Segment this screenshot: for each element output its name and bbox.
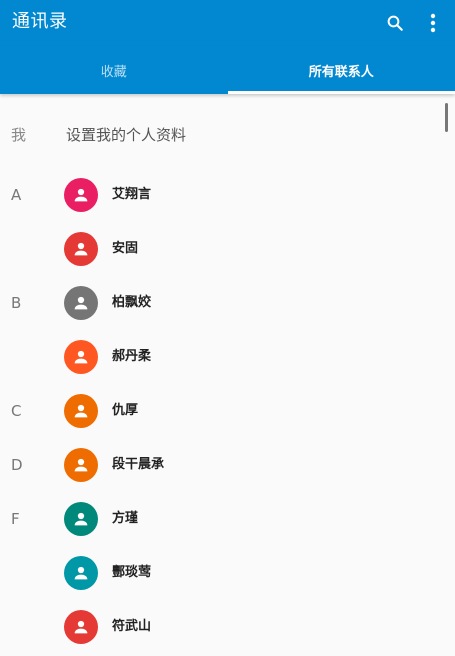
person-icon	[74, 566, 88, 580]
contact-name: 符武山	[112, 619, 152, 634]
person-icon	[74, 188, 88, 202]
contact-row[interactable]: B 柏飘姣	[0, 276, 455, 330]
profile-section-letter: 我	[11, 126, 27, 144]
contact-row[interactable]: 郝丹柔	[0, 330, 455, 384]
search-icon	[387, 15, 403, 31]
section-letter: F	[11, 510, 20, 528]
person-icon	[74, 242, 88, 256]
contact-row[interactable]: D 段干晨承	[0, 438, 455, 492]
contact-row[interactable]: A 艾翔言	[0, 168, 455, 222]
app-title: 通讯录	[12, 11, 68, 32]
more-vert-icon	[430, 13, 436, 33]
avatar	[64, 178, 98, 212]
contact-name: 段干晨承	[112, 457, 165, 472]
person-icon	[74, 458, 88, 472]
contact-row[interactable]: F 方瑾	[0, 492, 455, 546]
contact-row[interactable]: C 仇厚	[0, 384, 455, 438]
avatar	[64, 286, 98, 320]
avatar	[64, 340, 98, 374]
contact-name: 酆琰莺	[112, 565, 152, 580]
scrollbar[interactable]	[445, 103, 448, 132]
contact-name: 仇厚	[112, 403, 139, 418]
person-icon	[74, 512, 88, 526]
person-icon	[74, 296, 88, 310]
section-letter: B	[11, 294, 22, 312]
avatar	[64, 610, 98, 644]
tab-favorites-label: 收藏	[100, 64, 127, 80]
contact-name: 艾翔言	[112, 187, 152, 202]
section-letter: A	[11, 186, 22, 204]
setup-profile-text: 设置我的个人资料	[66, 126, 187, 144]
tab-all-contacts[interactable]: 所有联系人	[227, 46, 455, 94]
tab-bar: 收藏 所有联系人	[0, 46, 455, 94]
more-options-button[interactable]	[418, 8, 448, 38]
my-profile-row[interactable]: 我 设置我的个人资料	[0, 108, 455, 162]
tab-favorites[interactable]: 收藏	[0, 46, 228, 94]
contact-name: 柏飘姣	[112, 295, 152, 310]
person-icon	[74, 404, 88, 418]
contact-row[interactable]: 安固	[0, 222, 455, 276]
avatar	[64, 394, 98, 428]
person-icon	[74, 620, 88, 634]
contact-list[interactable]: 我 设置我的个人资料 A 艾翔言安固 B 柏飘姣郝丹柔 C 仇厚 D 段干晨承 F 方瑾酆琰莺符武…	[0, 94, 455, 656]
app-bar: 通讯录	[0, 0, 455, 46]
tab-all-contacts-label: 所有联系人	[308, 64, 374, 80]
person-icon	[74, 350, 88, 364]
contact-name: 郝丹柔	[112, 349, 152, 364]
section-letter: C	[11, 402, 22, 420]
avatar	[64, 448, 98, 482]
search-button[interactable]	[380, 8, 410, 38]
avatar	[64, 556, 98, 590]
contact-name: 安固	[112, 241, 139, 256]
section-letter: D	[11, 456, 23, 474]
avatar	[64, 232, 98, 266]
avatar	[64, 502, 98, 536]
contact-row[interactable]: 酆琰莺	[0, 546, 455, 600]
contact-row[interactable]: 符武山	[0, 600, 455, 654]
contact-name: 方瑾	[112, 511, 139, 526]
